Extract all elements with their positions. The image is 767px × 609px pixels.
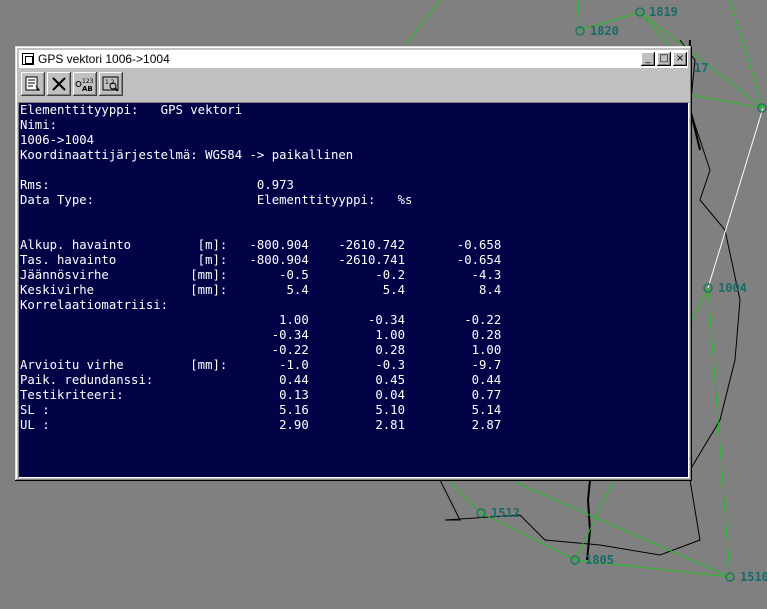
map-point-label: 1512 — [491, 506, 520, 520]
map-point-label: 1510 — [740, 570, 767, 584]
delete-button[interactable] — [47, 72, 71, 96]
report-line: Elementtityyppi: GPS vektori — [20, 103, 243, 117]
report-text-area[interactable]: Elementtityyppi: GPS vektori Nimi: 1006-… — [18, 102, 689, 478]
map-point-label: 17 — [694, 61, 708, 75]
report-line: -0.22 0.28 1.00 — [20, 343, 502, 357]
report-line: Nimi: — [20, 118, 58, 132]
report-line: SL : 5.16 5.10 5.14 — [20, 403, 502, 417]
number-format-button[interactable]: 123 AB — [73, 72, 97, 96]
window-title: GPS vektori 1006->1004 — [38, 52, 170, 66]
map-point-label: 1819 — [649, 5, 678, 19]
report-line: 1006->1004 — [20, 133, 95, 147]
report-line: 1.00 -0.34 -0.22 — [20, 313, 502, 327]
close-button[interactable]: × — [673, 52, 687, 66]
report-line: Rms: 0.973 — [20, 178, 294, 192]
map-point-label: 1805 — [585, 553, 614, 567]
report-line: Testikriteeri: 0.13 0.04 0.77 — [20, 388, 502, 402]
report-line: Data Type: Elementtityyppi: %s — [20, 193, 413, 207]
report-line: Alkup. havainto [m]: -800.904 -2610.742 … — [20, 238, 502, 252]
report-text: Elementtityyppi: GPS vektori Nimi: 1006-… — [18, 102, 689, 433]
minimize-button[interactable]: _ — [641, 52, 655, 66]
boundary-line — [439, 479, 701, 556]
svg-text:123: 123 — [82, 78, 94, 85]
properties-icon — [25, 76, 40, 91]
report-line: Korrelaatiomatriisi: — [20, 298, 169, 312]
report-line: Jäännösvirhe [mm]: -0.5 -0.2 -4.3 — [20, 268, 502, 282]
report-line: Arvioitu virhe [mm]: -1.0 -0.3 -9.7 — [20, 358, 502, 372]
gps-vector-window: GPS vektori 1006->1004 _ □ × 123 AB 1.2 … — [15, 46, 692, 481]
svg-text:AB: AB — [82, 85, 93, 93]
delete-icon — [52, 77, 66, 91]
maximize-button[interactable]: □ — [657, 52, 671, 66]
report-line: -0.34 1.00 0.28 — [20, 328, 502, 342]
zoom-to-icon: 1.2 — [102, 76, 119, 92]
window-titlebar[interactable]: GPS vektori 1006->1004 _ □ × — [19, 50, 688, 68]
map-point-label: 1004 — [718, 281, 747, 295]
window-toolbar: 123 AB 1.2 — [21, 72, 123, 98]
window-menu-icon[interactable] — [22, 53, 34, 65]
report-line: UL : 2.90 2.81 2.87 — [20, 418, 502, 432]
number-format-icon: 123 AB — [75, 78, 94, 93]
report-line: Keskivirhe [mm]: 5.4 5.4 8.4 — [20, 283, 502, 297]
window-controls: _ □ × — [641, 52, 687, 66]
zoom-to-button[interactable]: 1.2 — [99, 72, 123, 96]
map-point-label: 1820 — [590, 24, 619, 38]
report-line: Paik. redundanssi: 0.44 0.45 0.44 — [20, 373, 502, 387]
report-line: Koordinaattijärjestelmä: WGS84 -> paikal… — [20, 148, 354, 162]
report-line: Tas. havainto [m]: -800.904 -2610.741 -0… — [20, 253, 502, 267]
properties-button[interactable] — [21, 72, 45, 96]
road-line — [586, 479, 592, 561]
